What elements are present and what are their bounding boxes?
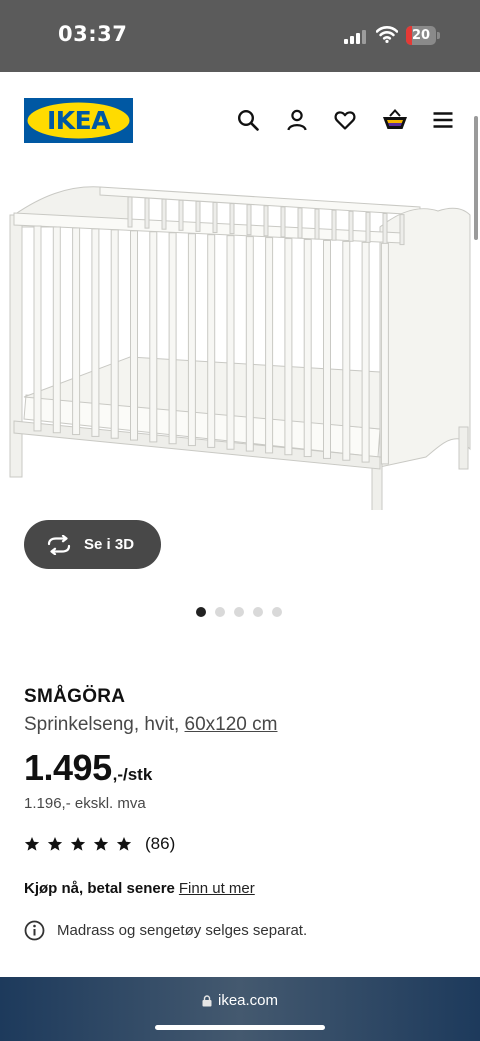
- crib-slat: [323, 239, 331, 459]
- svg-text:IKEA: IKEA: [47, 106, 111, 135]
- crib-slat: [303, 239, 312, 458]
- star-icon: [93, 837, 109, 851]
- browser-address-bar[interactable]: ikea.com: [0, 977, 480, 1041]
- crib-back-slat: [161, 198, 167, 230]
- product-image[interactable]: [0, 167, 480, 522]
- bnpl-text: Kjøp nå, betal senere: [24, 880, 175, 897]
- carousel-dot[interactable]: [215, 607, 225, 617]
- site-header: IKEA: [0, 72, 480, 167]
- buy-now-pay-later: Kjøp nå, betal senere Finn ut mer: [24, 880, 255, 897]
- battery-level: 20: [411, 28, 431, 43]
- heart-icon[interactable]: [332, 107, 358, 133]
- crib-slat: [284, 238, 293, 456]
- status-bar: 03:37 20: [0, 0, 480, 72]
- star-icon: [70, 837, 86, 851]
- crib-back-slat: [365, 211, 371, 243]
- product-price: 1.495,-/stk: [24, 747, 152, 789]
- crib-slat: [149, 231, 158, 443]
- crib-slat: [265, 237, 274, 454]
- notice-text: Madrass og sengetøy selges separat.: [57, 922, 308, 939]
- bnpl-link[interactable]: Finn ut mer: [179, 880, 255, 897]
- crib-back-slat: [195, 200, 201, 232]
- cellular-signal-icon: [344, 28, 368, 44]
- crib-back-slat: [212, 202, 218, 233]
- crib-slat: [91, 228, 100, 437]
- crib-back-slat: [144, 197, 150, 229]
- crib-slat: [110, 229, 119, 439]
- crib-slat: [130, 230, 138, 441]
- crib-slat: [361, 241, 370, 463]
- account-icon[interactable]: [284, 107, 310, 133]
- rotate-3d-icon: [46, 534, 72, 555]
- carousel-dot[interactable]: [234, 607, 244, 617]
- search-icon[interactable]: [235, 107, 261, 133]
- info-icon: [24, 920, 45, 941]
- price-unit: ,-/stk: [112, 765, 153, 784]
- crib-back-slat: [297, 207, 303, 239]
- product-size-link[interactable]: 60x120 cm: [185, 714, 278, 735]
- crib-slat: [207, 234, 216, 448]
- crib-slat: [380, 242, 389, 465]
- crib-back-slat: [229, 203, 235, 235]
- crib-back-slat: [348, 210, 354, 242]
- carousel-dot[interactable]: [253, 607, 263, 617]
- product-rating[interactable]: (86): [24, 834, 175, 854]
- product-description: Sprinkelseng, hvit, 60x120 cm: [24, 714, 277, 736]
- crib-back-slat: [280, 206, 286, 238]
- crib-back-slat: [246, 204, 252, 236]
- status-time: 03:37: [58, 22, 128, 46]
- lock-icon: [202, 994, 212, 1007]
- star-icon: [24, 837, 40, 851]
- crib-slat: [187, 233, 196, 447]
- crib-back-slat: [314, 208, 320, 240]
- carousel-dot[interactable]: [272, 607, 282, 617]
- product-notice: Madrass og sengetøy selges separat.: [24, 920, 307, 941]
- crib-slat: [72, 227, 81, 436]
- rating-count: (86): [145, 834, 176, 853]
- carousel-dot[interactable]: [196, 607, 206, 617]
- star-icon: [116, 837, 132, 851]
- crib-slat: [52, 226, 61, 434]
- crib-slat: [33, 225, 42, 432]
- url-text: ikea.com: [217, 992, 279, 1009]
- basket-icon[interactable]: [381, 107, 409, 133]
- image-carousel-dots: [196, 607, 282, 618]
- crib-slat: [245, 236, 254, 452]
- menu-icon[interactable]: [430, 107, 456, 133]
- wifi-icon: [375, 25, 399, 43]
- crib-back-slat: [263, 205, 269, 237]
- price-main: 1.495: [24, 747, 112, 788]
- crib-back-slat: [399, 214, 405, 246]
- home-indicator[interactable]: [155, 1025, 325, 1030]
- star-icon: [47, 837, 63, 851]
- view-3d-label: Se i 3D: [84, 536, 135, 553]
- url-field[interactable]: ikea.com: [0, 992, 480, 1009]
- crib-slat: [342, 240, 351, 461]
- crib-back-slat: [331, 209, 337, 241]
- price-ex-vat: 1.196,- ekskl. mva: [24, 795, 146, 812]
- ikea-logo[interactable]: IKEA: [24, 98, 133, 143]
- crib-slat: [168, 232, 177, 445]
- crib-back-slat: [178, 199, 184, 231]
- product-name: SMÅGÖRA: [24, 686, 126, 707]
- crib-slat: [226, 235, 235, 450]
- product-description-text: Sprinkelseng, hvit,: [24, 714, 185, 735]
- battery-icon: 20: [406, 26, 440, 45]
- crib-back-slat: [382, 213, 388, 244]
- view-3d-button[interactable]: Se i 3D: [24, 520, 161, 569]
- crib-back-slat: [127, 196, 133, 228]
